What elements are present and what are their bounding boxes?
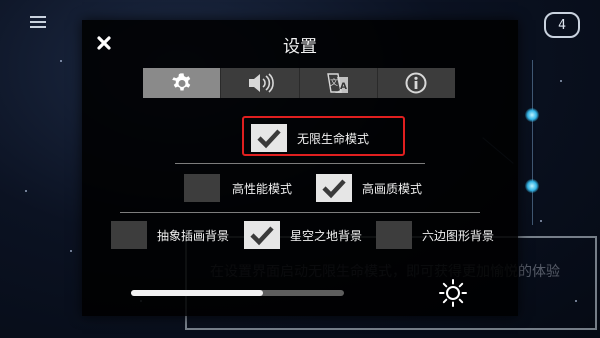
- tab-info[interactable]: [377, 68, 455, 98]
- abstract-bg-option[interactable]: 抽象插画背景: [111, 221, 229, 249]
- svg-text:文: 文: [330, 77, 338, 87]
- check-icon: [250, 226, 274, 246]
- language-icon: 文 A: [327, 73, 349, 93]
- infinite-life-label: 无限生命模式: [297, 131, 370, 146]
- hexagon-bg-label: 六边图形背景: [422, 228, 495, 243]
- info-icon: [405, 72, 427, 94]
- abstract-bg-checkbox[interactable]: [111, 221, 147, 249]
- high-quality-label: 高画质模式: [362, 181, 423, 196]
- hexagon-bg-checkbox[interactable]: [376, 221, 412, 249]
- divider: [120, 212, 480, 213]
- starfield-bg-option[interactable]: 星空之地背景: [244, 221, 362, 249]
- starfield-bg-label: 星空之地背景: [290, 228, 363, 243]
- lives-counter: 4: [544, 12, 580, 38]
- slider-fill: [131, 290, 264, 296]
- high-performance-option[interactable]: 高性能模式: [184, 174, 292, 202]
- check-icon: [322, 179, 346, 199]
- speaker-icon: [248, 73, 274, 93]
- high-performance-label: 高性能模式: [232, 181, 293, 196]
- menu-icon[interactable]: [30, 16, 46, 30]
- brightness-icon[interactable]: [438, 278, 468, 308]
- lives-count: 4: [558, 17, 566, 33]
- dialog-title: 设置: [283, 37, 317, 57]
- check-icon: [257, 129, 281, 149]
- starfield-bg-checkbox[interactable]: [244, 221, 280, 249]
- high-quality-option[interactable]: 高画质模式: [316, 174, 422, 202]
- high-performance-checkbox[interactable]: [184, 174, 220, 202]
- tab-sound[interactable]: [221, 68, 300, 98]
- svg-text:A: A: [340, 82, 347, 92]
- infinite-life-option[interactable]: 无限生命模式: [251, 124, 369, 152]
- hexagon-bg-option[interactable]: 六边图形背景: [376, 221, 494, 249]
- gear-icon: [171, 73, 190, 91]
- infinite-life-checkbox[interactable]: [251, 124, 287, 152]
- divider: [175, 163, 425, 164]
- abstract-bg-label: 抽象插画背景: [157, 228, 230, 243]
- settings-tabs: 文 A: [143, 68, 455, 98]
- settings-dialog: 设置 文 A 无限生命模式 高性能模式 高画质模式 抽象插画背景 星空之地背景 …: [82, 20, 518, 316]
- high-quality-checkbox[interactable]: [316, 174, 352, 202]
- tab-general[interactable]: [143, 68, 222, 98]
- tab-language[interactable]: 文 A: [299, 68, 378, 98]
- brightness-slider[interactable]: [131, 290, 344, 296]
